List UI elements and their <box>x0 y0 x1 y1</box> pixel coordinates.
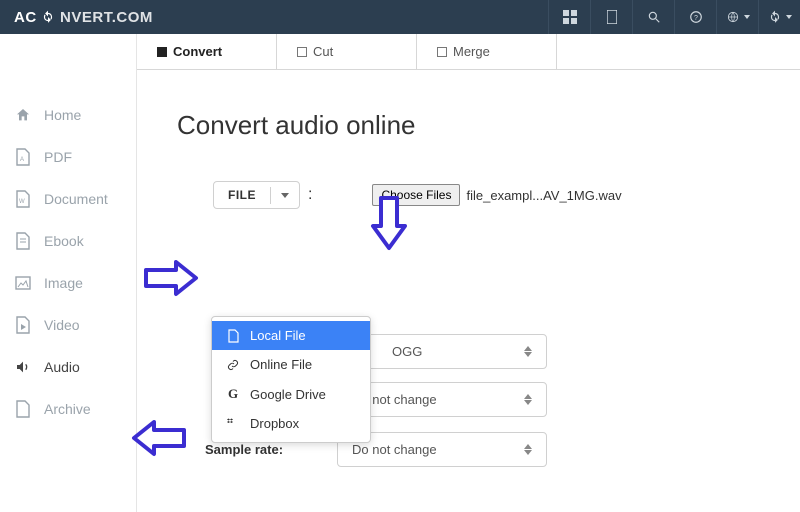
file-source-dropdown: Local File Online File G Google Drive Dro… <box>211 316 371 443</box>
pdf-icon: A <box>14 148 32 166</box>
archive-icon <box>14 400 32 418</box>
tab-cut[interactable]: Cut <box>277 34 417 69</box>
sidebar-item-label: PDF <box>44 149 72 165</box>
dropbox-icon <box>226 418 240 430</box>
annotation-arrow-left <box>126 416 188 460</box>
tab-label: Convert <box>173 44 222 59</box>
language-icon[interactable] <box>716 0 758 34</box>
sidebar-item-label: Home <box>44 107 81 123</box>
logo-part2: NVERT.COM <box>60 9 153 26</box>
document-icon: W <box>14 190 32 208</box>
svg-text:A: A <box>20 157 24 163</box>
svg-text:W: W <box>19 199 25 205</box>
sidebar-item-label: Ebook <box>44 233 84 249</box>
logo-part1: AC <box>14 9 37 26</box>
checkbox-icon <box>437 47 447 57</box>
samplerate-label: Sample rate: <box>205 442 283 457</box>
audio-icon <box>14 358 32 376</box>
sidebar-item-pdf[interactable]: A PDF <box>0 136 136 178</box>
dropdown-item-online[interactable]: Online File <box>212 350 370 379</box>
tabs: Convert Cut Merge <box>137 34 800 70</box>
sidebar-item-video[interactable]: Video <box>0 304 136 346</box>
sidebar-item-archive[interactable]: Archive <box>0 388 136 430</box>
colon: : <box>308 186 312 204</box>
image-icon <box>14 274 32 292</box>
select-arrows-icon <box>524 346 532 357</box>
file-source-button[interactable]: FILE <box>213 181 300 209</box>
dropdown-label: Google Drive <box>250 387 326 402</box>
topbar: AC NVERT.COM ? <box>0 0 800 34</box>
sidebar-item-ebook[interactable]: Ebook <box>0 220 136 262</box>
logo[interactable]: AC NVERT.COM <box>0 9 167 26</box>
select-value: Do not change <box>352 442 437 457</box>
annotation-arrow-down <box>369 194 409 254</box>
home-icon <box>14 106 32 124</box>
page-title: Convert audio online <box>177 110 760 141</box>
checkbox-icon <box>157 47 167 57</box>
search-icon[interactable] <box>632 0 674 34</box>
sidebar-item-audio[interactable]: Audio <box>0 346 136 388</box>
annotation-arrow-right <box>142 256 202 300</box>
sidebar-item-image[interactable]: Image <box>0 262 136 304</box>
select-arrows-icon <box>524 444 532 455</box>
dropdown-item-dropbox[interactable]: Dropbox <box>212 409 370 438</box>
dropdown-item-gdrive[interactable]: G Google Drive <box>212 379 370 409</box>
sidebar-item-document[interactable]: W Document <box>0 178 136 220</box>
dropdown-label: Online File <box>250 357 312 372</box>
grid-icon[interactable] <box>548 0 590 34</box>
svg-text:?: ? <box>694 15 698 22</box>
checkbox-icon <box>297 47 307 57</box>
chevron-down-icon <box>270 187 299 204</box>
sidebar-item-label: Video <box>44 317 80 333</box>
dropdown-label: Dropbox <box>250 416 299 431</box>
select-value: OGG <box>392 344 422 359</box>
sidebar-item-label: Audio <box>44 359 80 375</box>
google-icon: G <box>226 386 240 402</box>
ebook-icon <box>14 232 32 250</box>
sidebar-item-home[interactable]: Home <box>0 94 136 136</box>
refresh-icon <box>41 10 55 24</box>
help-icon[interactable]: ? <box>674 0 716 34</box>
sidebar-item-label: Image <box>44 275 83 291</box>
select-arrows-icon <box>524 394 532 405</box>
refresh-top-icon[interactable] <box>758 0 800 34</box>
mobile-icon[interactable] <box>590 0 632 34</box>
file-source-label: FILE <box>214 182 270 208</box>
tab-label: Cut <box>313 44 333 59</box>
dropdown-label: Local File <box>250 328 306 343</box>
tab-convert[interactable]: Convert <box>137 34 277 69</box>
sidebar: Home A PDF W Document Ebook Image Video Au… <box>0 34 137 512</box>
video-icon <box>14 316 32 334</box>
selected-filename: file_exampl...AV_1MG.wav <box>466 188 621 203</box>
dropdown-item-local[interactable]: Local File <box>212 321 370 350</box>
link-icon <box>226 359 240 371</box>
sidebar-item-label: Document <box>44 191 108 207</box>
main: Convert Cut Merge Convert audio online F… <box>137 34 800 512</box>
tab-label: Merge <box>453 44 490 59</box>
file-icon <box>226 329 240 343</box>
sidebar-item-label: Archive <box>44 401 91 417</box>
tab-merge[interactable]: Merge <box>417 34 557 69</box>
